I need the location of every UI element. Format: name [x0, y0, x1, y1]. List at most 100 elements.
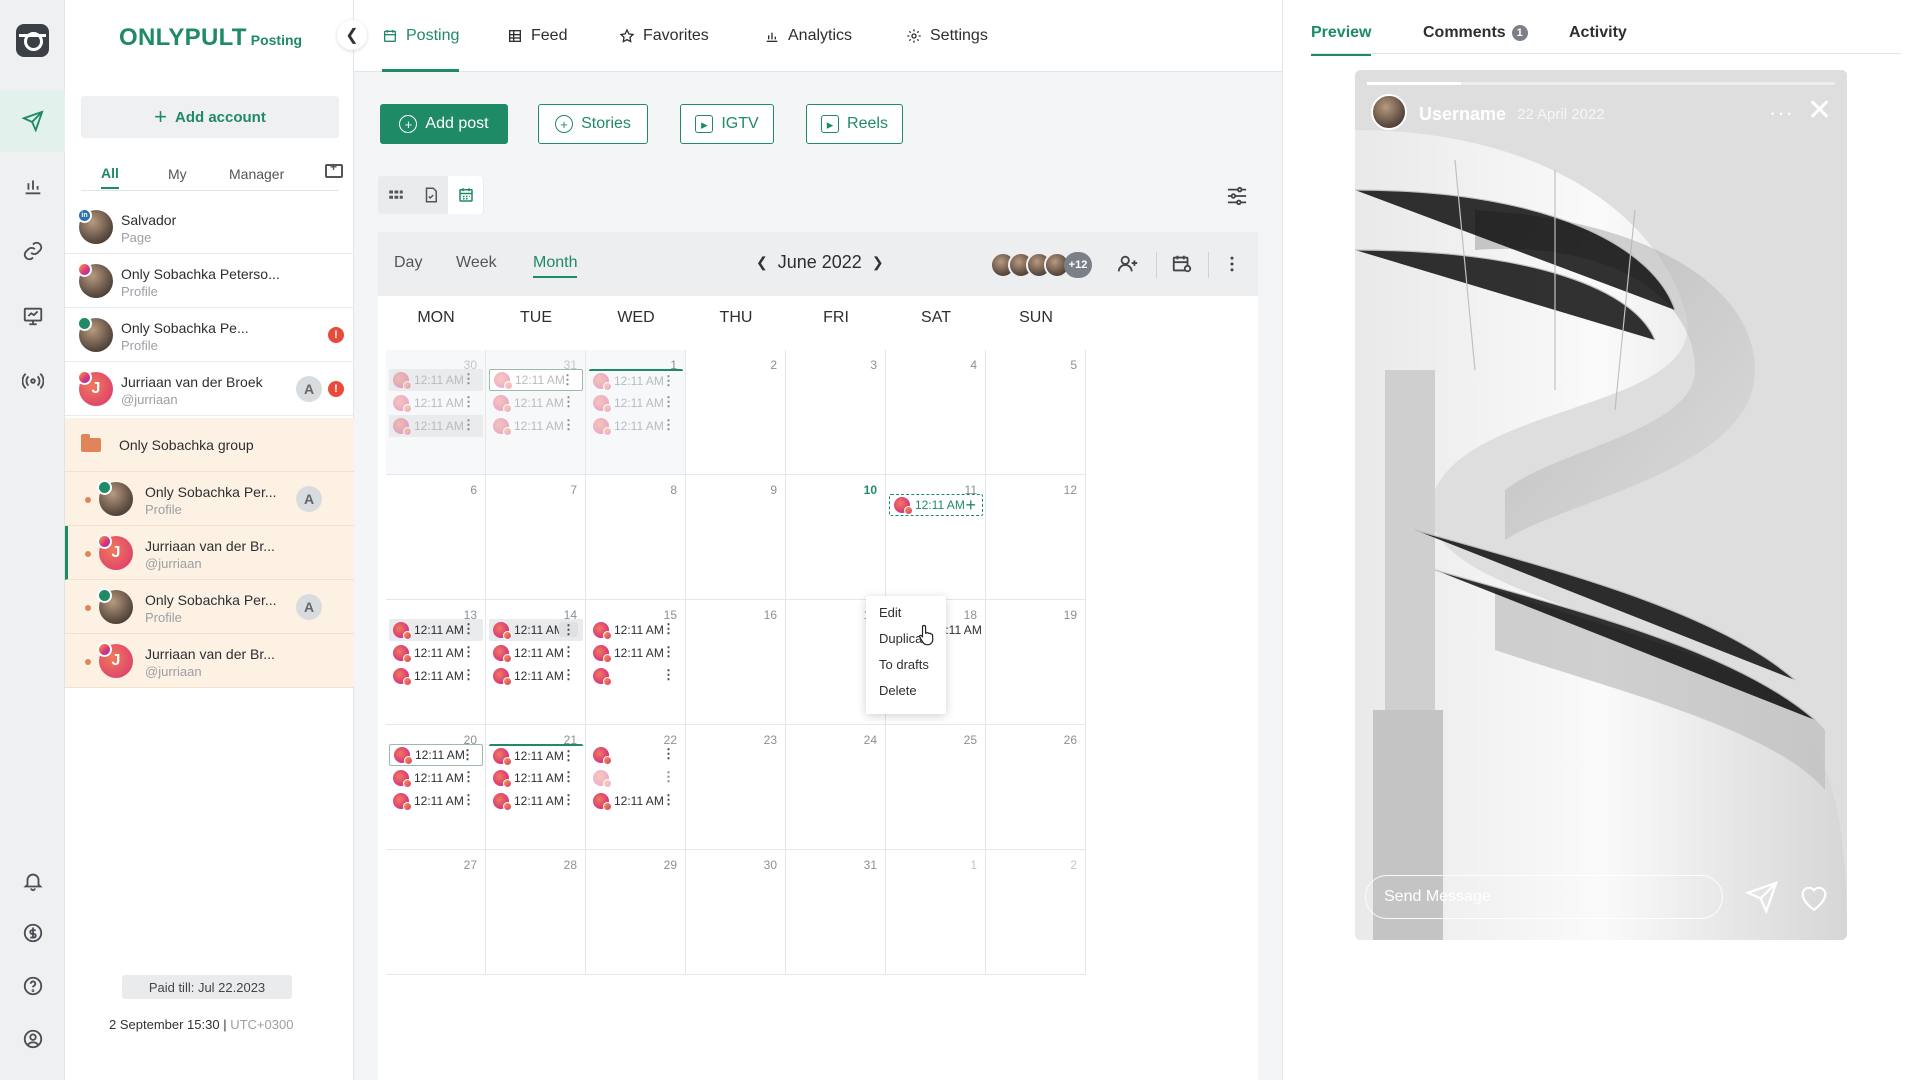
- scheduled-post[interactable]: 12:11 AM ⋮: [589, 392, 683, 414]
- day-cell[interactable]: 13 12:11 AM ⋮ 12:11 AM ⋮ 12:11 AM ⋮: [386, 600, 486, 725]
- day-cell[interactable]: 31 12:11 AM ⋮ 12:11 AM ⋮ 12:11 AM ⋮: [486, 350, 586, 475]
- filter-tab-my[interactable]: My: [168, 160, 187, 188]
- day-cell[interactable]: 8: [586, 475, 686, 600]
- account-item[interactable]: in Salvador Page: [65, 200, 354, 254]
- scheduled-post[interactable]: 12:11 AM ⋮: [489, 392, 583, 414]
- group-account-item[interactable]: J Jurriaan van der Br... @jurriaan: [65, 526, 354, 580]
- scheduled-post[interactable]: 12:11 AM ⋮: [589, 415, 683, 437]
- monitor-nav-icon[interactable]: [0, 285, 65, 347]
- scheduled-post[interactable]: ⋮: [589, 665, 683, 687]
- scheduled-post[interactable]: 12:11 AM ⋮: [389, 415, 483, 437]
- post-menu-icon[interactable]: ⋮: [662, 770, 675, 783]
- scheduled-post[interactable]: 12:11 AM ⋮: [389, 790, 483, 812]
- post-menu-icon[interactable]: ⋮: [662, 747, 675, 760]
- account-group[interactable]: Only Sobachka group: [65, 418, 354, 472]
- account-item[interactable]: Only Sobachka Peterso... Profile: [65, 254, 354, 308]
- post-menu-icon[interactable]: ⋮: [562, 749, 575, 762]
- day-cell[interactable]: 31: [786, 850, 886, 975]
- tab-comments[interactable]: Comments 1: [1423, 24, 1528, 42]
- day-cell[interactable]: 28: [486, 850, 586, 975]
- day-cell[interactable]: 2: [686, 350, 786, 475]
- filter-sliders-icon[interactable]: [1226, 186, 1248, 206]
- day-cell[interactable]: 16: [686, 600, 786, 725]
- nav-analytics[interactable]: Analytics: [764, 0, 852, 72]
- scheduled-post[interactable]: 12:11 AM ⋮: [389, 392, 483, 414]
- post-menu-icon[interactable]: ⋮: [662, 793, 675, 806]
- day-cell[interactable]: 22 ⋮ ⋮ 12:11 AM ⋮: [586, 725, 686, 850]
- day-cell[interactable]: 24: [786, 725, 886, 850]
- plus-icon[interactable]: +: [965, 495, 976, 515]
- instagram-logo-icon[interactable]: [16, 24, 49, 57]
- day-cell[interactable]: 4: [886, 350, 986, 475]
- day-cell[interactable]: 20 12:11 AM ⋮ 12:11 AM ⋮ 12:11 AM ⋮: [386, 725, 486, 850]
- post-menu-icon[interactable]: ⋮: [462, 622, 475, 635]
- scheduled-post[interactable]: 12:11 AM ⋮: [389, 369, 483, 391]
- day-cell[interactable]: 27: [386, 850, 486, 975]
- post-menu-icon[interactable]: ⋮: [562, 793, 575, 806]
- day-cell[interactable]: 21 12:11 AM ⋮ 12:11 AM ⋮ 12:11 AM ⋮: [486, 725, 586, 850]
- scheduled-post[interactable]: 12:11 AM ⋮: [389, 642, 483, 664]
- scheduled-post[interactable]: 12:11 AM ⋮: [489, 767, 583, 789]
- stories-button[interactable]: + Stories: [538, 104, 648, 144]
- post-menu-icon[interactable]: ⋮: [562, 418, 575, 431]
- menu-delete[interactable]: Delete: [866, 678, 946, 704]
- calendar-settings-icon[interactable]: [1168, 250, 1196, 278]
- group-account-item[interactable]: J Jurriaan van der Br... @jurriaan: [65, 634, 354, 688]
- scheduled-post[interactable]: 12:11 AM ⋮: [489, 665, 583, 687]
- scheduled-post[interactable]: 12:11 AM ⋮: [489, 642, 583, 664]
- tab-activity[interactable]: Activity: [1569, 24, 1627, 42]
- post-menu-icon[interactable]: ⋮: [559, 622, 578, 637]
- send-icon[interactable]: [1745, 880, 1779, 914]
- day-cell[interactable]: 15 12:11 AM ⋮ 12:11 AM ⋮ ⋮: [586, 600, 686, 725]
- scheduled-post[interactable]: 12:11 AM ⋮: [589, 369, 683, 391]
- next-month-icon[interactable]: ❯: [872, 254, 884, 271]
- post-menu-icon[interactable]: ⋮: [562, 395, 575, 408]
- analytics-nav-icon[interactable]: [0, 155, 65, 217]
- day-cell[interactable]: 3: [786, 350, 886, 475]
- group-account-item[interactable]: Only Sobachka Per... Profile A: [65, 580, 354, 634]
- day-cell[interactable]: 7: [486, 475, 586, 600]
- post-menu-icon[interactable]: ⋮: [462, 645, 475, 658]
- day-cell[interactable]: 30: [686, 850, 786, 975]
- post-menu-icon[interactable]: ⋮: [662, 418, 675, 431]
- post-menu-icon[interactable]: ⋮: [462, 668, 475, 681]
- account-item[interactable]: J Jurriaan van der Broek @jurriaan A !: [65, 362, 354, 416]
- filter-tab-manager[interactable]: Manager: [229, 160, 284, 188]
- mode-day[interactable]: Day: [394, 254, 422, 272]
- scheduled-post[interactable]: 12:11 AM ⋮: [489, 619, 583, 641]
- prev-month-icon[interactable]: ❮: [756, 254, 768, 271]
- day-cell[interactable]: 23: [686, 725, 786, 850]
- post-menu-icon[interactable]: ⋮: [562, 668, 575, 681]
- send-message-input[interactable]: Send Message: [1365, 875, 1723, 919]
- add-folder-icon[interactable]: [325, 160, 343, 178]
- post-menu-icon[interactable]: ⋮: [462, 793, 475, 806]
- post-menu-icon[interactable]: ⋮: [462, 418, 475, 431]
- day-cell[interactable]: 25: [886, 725, 986, 850]
- nav-feed[interactable]: Feed: [507, 0, 567, 72]
- day-cell[interactable]: 30 12:11 AM ⋮ 12:11 AM ⋮ 12:11 AM ⋮: [386, 350, 486, 475]
- add-user-icon[interactable]: [1114, 250, 1142, 278]
- day-cell[interactable]: 9: [686, 475, 786, 600]
- scheduled-post[interactable]: 12:11 AM ⋮: [489, 790, 583, 812]
- scheduled-post[interactable]: 12:11 AM ⋮: [489, 369, 583, 391]
- nav-favorites[interactable]: Favorites: [619, 0, 709, 72]
- scheduled-post[interactable]: 12:11 AM ⋮: [489, 415, 583, 437]
- nav-settings[interactable]: Settings: [906, 0, 988, 72]
- post-menu-icon[interactable]: ⋮: [462, 395, 475, 408]
- scheduled-post[interactable]: 12:11 AM ⋮: [589, 619, 683, 641]
- posting-nav-icon[interactable]: [0, 90, 65, 152]
- day-cell[interactable]: 19: [986, 600, 1086, 725]
- post-menu-icon[interactable]: ⋮: [662, 374, 675, 387]
- group-account-item[interactable]: Only Sobachka Per... Profile A: [65, 472, 354, 526]
- mode-month[interactable]: Month: [533, 254, 578, 278]
- calendar-view-icon[interactable]: [448, 176, 483, 214]
- post-menu-icon[interactable]: ⋮: [662, 668, 675, 681]
- day-cell[interactable]: 10: [786, 475, 886, 600]
- collapse-sidebar-button[interactable]: ❮: [337, 20, 367, 50]
- day-cell[interactable]: 1: [886, 850, 986, 975]
- reels-button[interactable]: ▸ Reels: [806, 104, 903, 144]
- day-cell[interactable]: 2: [986, 850, 1086, 975]
- team-avatars[interactable]: +12: [990, 250, 1100, 280]
- scheduled-post[interactable]: 12:11 AM ⋮: [389, 767, 483, 789]
- scheduled-post[interactable]: 12:11 AM ⋮: [389, 665, 483, 687]
